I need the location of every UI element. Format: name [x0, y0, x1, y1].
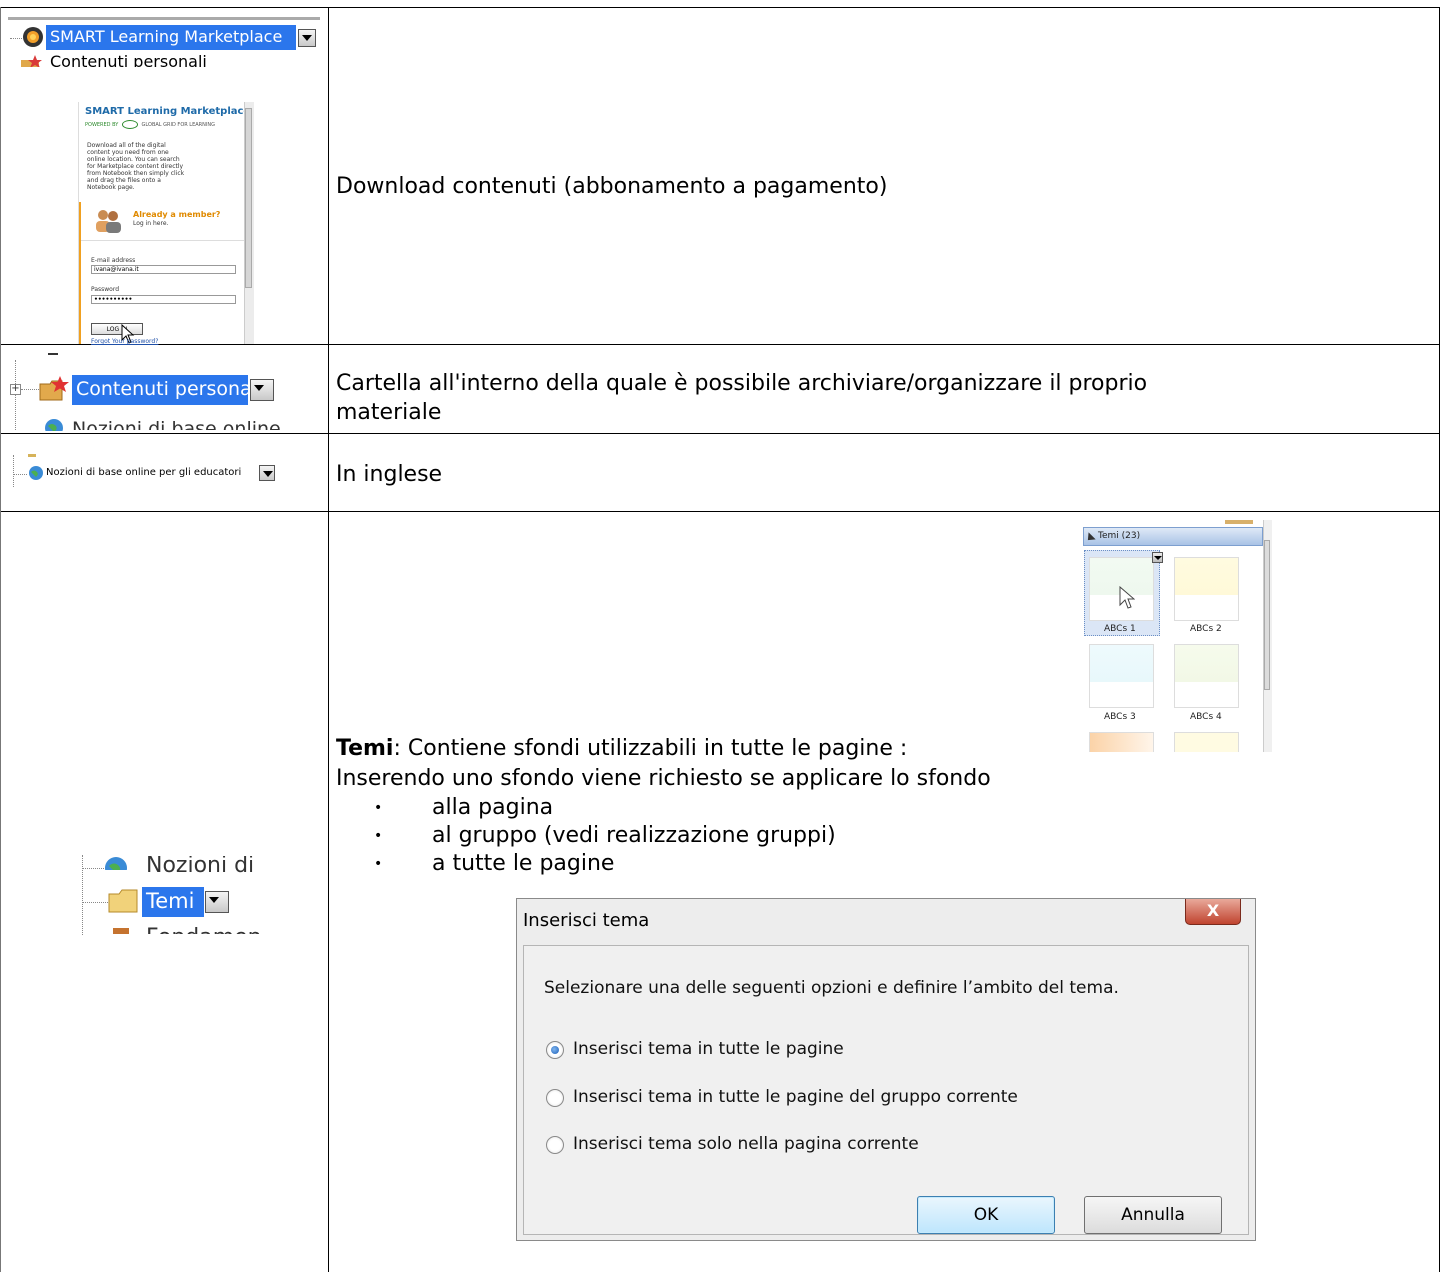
themes-bullet-list: alla pagina al gruppo (vedi realizzazion…: [374, 794, 836, 878]
marketplace-tree-icon: [22, 26, 44, 48]
row1-description: Download contenuti (abbonamento a pagame…: [336, 174, 888, 199]
tree-item-dropdown-button[interactable]: [205, 891, 229, 913]
tree-item-online-basics[interactable]: Nozioni di base online per gli educatori: [46, 466, 241, 480]
table-border-top: [0, 7, 1440, 8]
tree-item-next: Nozioni di base online: [72, 418, 281, 430]
forgot-password-link[interactable]: Forgot Your password?: [91, 338, 158, 345]
expand-plus-icon[interactable]: +: [10, 384, 21, 395]
table-row-divider-3: [0, 511, 1440, 512]
radio-group-pages[interactable]: [546, 1089, 564, 1107]
themes-title: Temi: Contiene sfondi utilizzabili in tu…: [336, 734, 907, 763]
mouse-cursor-icon: [1119, 585, 1136, 614]
password-field[interactable]: ••••••••••: [91, 295, 236, 304]
themes-title-rest: : Contiene sfondi utilizzabili in tutte …: [393, 736, 908, 761]
tree-item-personal-content[interactable]: Contenuti personali: [72, 375, 248, 405]
panel-scrollbar-thumb[interactable]: [245, 108, 252, 288]
tree-item-next: Contenuti personali: [50, 52, 207, 67]
close-icon: X: [1206, 901, 1220, 920]
cancel-button[interactable]: Annulla: [1084, 1196, 1222, 1234]
ok-button[interactable]: OK: [917, 1196, 1055, 1234]
theme-label: ABCs 4: [1190, 712, 1222, 722]
tree-connector: [13, 455, 14, 487]
tree-connector: [15, 360, 16, 430]
tree-connector: [21, 389, 39, 390]
table-column-divider: [328, 7, 329, 1272]
tree-item-prev: Nozioni di: [146, 856, 255, 874]
online-globe-icon: [104, 856, 128, 870]
table-border-right: [1439, 7, 1440, 1272]
tree-item-themes[interactable]: Temi: [142, 887, 204, 917]
login-divider: [81, 240, 246, 241]
tree-item-dropdown-button[interactable]: [298, 29, 316, 47]
tree-connector: [10, 38, 22, 39]
themes-folder-icon: [108, 888, 138, 914]
option-label[interactable]: Inserisci tema in tutte le pagine: [573, 1039, 844, 1059]
theme-label: ABCs 1: [1104, 624, 1136, 634]
tree-marker: [28, 454, 36, 457]
marketplace-description: Download all of the digital content you …: [87, 142, 185, 191]
personal-content-icon: [20, 55, 42, 67]
tree-item-next: Fondamen: [146, 926, 262, 934]
row2-description-line2: materiale: [336, 400, 442, 425]
member-heading: Already a member?: [133, 210, 221, 219]
table-row-divider-2: [0, 433, 1440, 434]
dialog-title: Inserisci tema: [523, 910, 650, 931]
theme-label: ABCs 3: [1104, 712, 1136, 722]
gallery-top-accent: [1225, 520, 1253, 524]
option-label[interactable]: Inserisci tema solo nella pagina corrent…: [573, 1134, 919, 1154]
theme-thumbnail[interactable]: [1089, 732, 1154, 752]
thumbnail-dropdown-button[interactable]: [1152, 552, 1163, 563]
gg4l-logo-icon: [121, 120, 138, 129]
login-button[interactable]: LOG IN: [91, 323, 143, 335]
list-item: alla pagina: [374, 794, 836, 822]
tree-connector: [82, 868, 104, 869]
password-label: Password: [91, 286, 120, 293]
members-icon: [93, 208, 123, 234]
toolbar-strip: [8, 17, 320, 20]
gallery-scrollbar-thumb[interactable]: [1264, 540, 1270, 690]
themes-gallery: Temi (23) ABCs 1 ABCs 2 ABCs 3 ABCs 4: [1083, 520, 1273, 752]
online-globe-icon: [28, 465, 44, 481]
themes-title-bold: Temi: [336, 736, 394, 761]
tree-item-marketplace[interactable]: SMART Learning Marketplace: [46, 25, 296, 50]
personal-folder-star-icon: [38, 374, 70, 402]
table-row-divider-1: [0, 344, 1440, 345]
theme-thumbnail[interactable]: [1174, 557, 1239, 621]
theme-thumbnail[interactable]: [1089, 644, 1154, 708]
marketplace-title: SMART Learning Marketplace: [85, 106, 251, 117]
tree-connector: [82, 855, 83, 935]
dialog-body: Selezionare una delle seguenti opzioni e…: [523, 945, 1249, 1235]
tree-item-dropdown-button[interactable]: [250, 379, 274, 401]
tree-connector: [82, 902, 110, 903]
email-label: E-mail address: [91, 257, 136, 264]
next-item-icon: [110, 924, 132, 934]
option-label[interactable]: Inserisci tema in tutte le pagine del gr…: [573, 1087, 1018, 1107]
theme-thumbnail[interactable]: [1174, 732, 1239, 752]
table-border-left: [0, 7, 1, 1272]
radio-current-page[interactable]: [546, 1136, 564, 1154]
dialog-prompt: Selezionare una delle seguenti opzioni e…: [544, 978, 1119, 998]
member-subheading: Log in here.: [133, 220, 169, 227]
email-field[interactable]: ivana@ivana.it: [91, 265, 236, 274]
gallery-header[interactable]: Temi (23): [1083, 527, 1263, 546]
close-button[interactable]: X: [1185, 899, 1241, 925]
radio-all-pages[interactable]: [546, 1041, 564, 1059]
theme-thumbnail[interactable]: [1174, 644, 1239, 708]
tree-connector: [13, 474, 27, 475]
insert-theme-dialog: Inserisci tema X Selezionare una delle s…: [516, 898, 1256, 1241]
online-globe-icon: [44, 418, 64, 431]
row3-description: In inglese: [336, 462, 443, 487]
tree-marker: [48, 353, 58, 355]
tree-item-dropdown-button[interactable]: [259, 465, 275, 481]
theme-label: ABCs 2: [1190, 624, 1222, 634]
list-item: al gruppo (vedi realizzazione gruppi): [374, 822, 836, 850]
marketplace-powered: POWERED BY GLOBAL GRID FOR LEARNING: [85, 120, 215, 129]
collapse-triangle-icon: [1084, 532, 1096, 544]
row2-description-line1: Cartella all'interno della quale è possi…: [336, 371, 1148, 396]
list-item: a tutte le pagine: [374, 850, 836, 878]
marketplace-panel: SMART Learning Marketplace POWERED BY GL…: [78, 102, 254, 345]
themes-intro: Inserendo uno sfondo viene richiesto se …: [336, 766, 991, 791]
tree-item-label: SMART Learning Marketplace: [50, 27, 283, 46]
